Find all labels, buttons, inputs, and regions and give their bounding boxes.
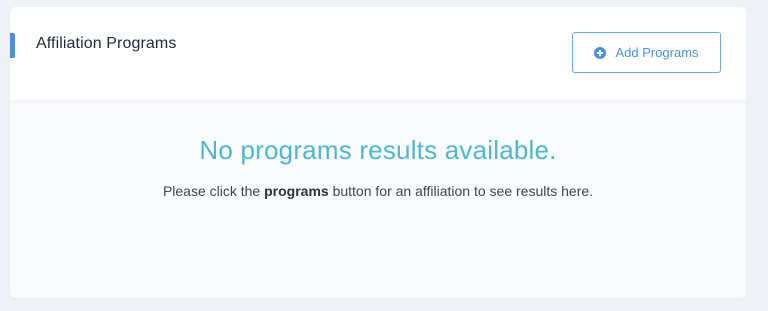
empty-state-message: Please click the programs button for an … (10, 183, 746, 199)
panel-title: Affiliation Programs (36, 35, 177, 52)
add-programs-button[interactable]: Add Programs (572, 32, 721, 73)
empty-state-message-emphasis: programs (264, 183, 329, 199)
empty-state-message-before: Please click the (162, 183, 265, 199)
page: Affiliation Programs Add Programs No pro… (0, 0, 768, 311)
empty-state: No programs results available. Please cl… (10, 100, 746, 298)
panel-header: Affiliation Programs Add Programs (10, 7, 746, 100)
affiliation-programs-panel: Affiliation Programs Add Programs No pro… (10, 7, 746, 298)
plus-circle-icon (594, 46, 607, 59)
empty-state-message-after: button for an affiliation to see results… (328, 183, 594, 199)
empty-state-heading: No programs results available. (199, 135, 557, 165)
add-programs-button-label: Add Programs (615, 45, 699, 60)
header-accent-bar (10, 33, 15, 58)
